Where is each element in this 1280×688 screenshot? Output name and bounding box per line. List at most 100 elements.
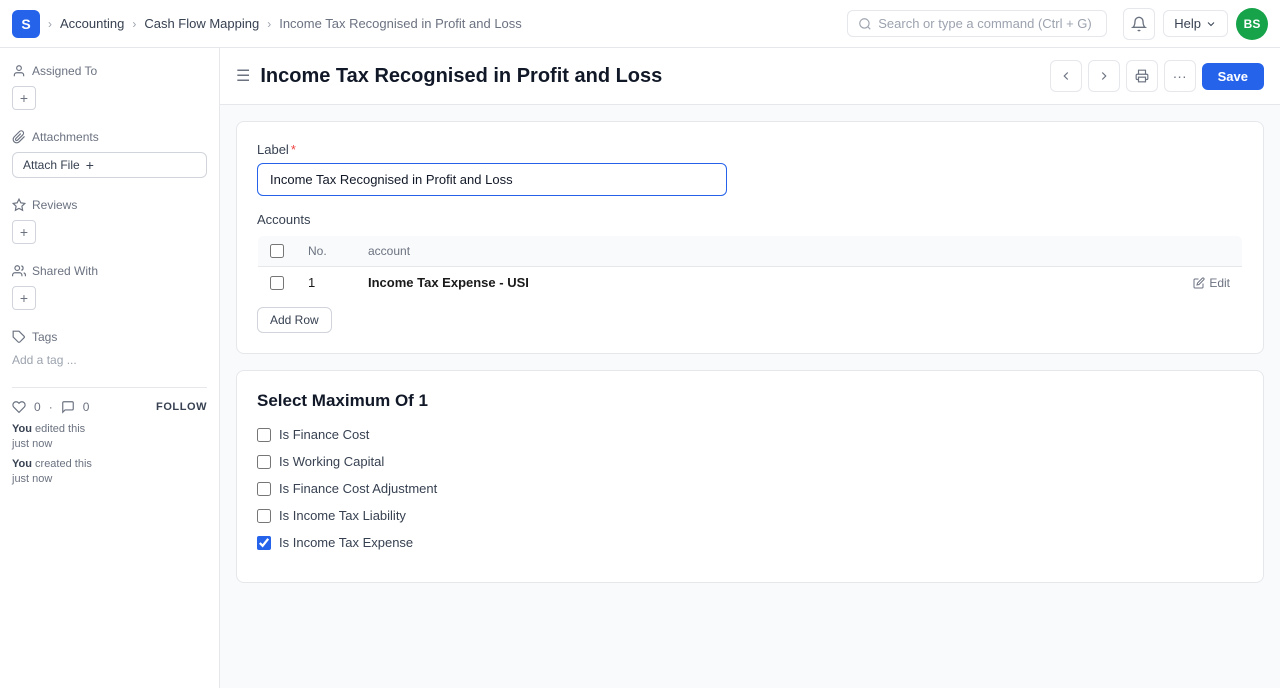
likes-row: 0 · 0 FOLLOW — [12, 400, 207, 414]
row-edit-cell: Edit — [1163, 267, 1243, 299]
edit-link[interactable]: Edit — [1175, 276, 1231, 290]
option-opt4[interactable]: Is Income Tax Liability — [257, 508, 1243, 523]
th-checkbox — [258, 236, 297, 267]
sidebar-footer: 0 · 0 FOLLOW You edited thisjust now You… — [12, 387, 207, 488]
notifications-button[interactable] — [1123, 8, 1155, 40]
row-account: Income Tax Expense - USI — [356, 267, 1163, 299]
row-checkbox[interactable] — [270, 276, 284, 290]
comments-count: 0 — [83, 400, 90, 414]
row-checkbox-cell — [258, 267, 297, 299]
shared-with-title: Shared With — [12, 264, 207, 278]
breadcrumb-sep-2: › — [132, 17, 136, 31]
app-logo: S — [12, 10, 40, 38]
heart-icon — [12, 400, 26, 414]
required-indicator: * — [291, 142, 296, 157]
checkbox-opt3[interactable] — [257, 482, 271, 496]
attach-file-label: Attach File — [23, 158, 80, 172]
label-opt1: Is Finance Cost — [279, 427, 369, 442]
print-button[interactable] — [1126, 60, 1158, 92]
activity-item-2: You created thisjust now — [12, 457, 207, 488]
page-header: ☰ Income Tax Recognised in Profit and Lo… — [220, 48, 1280, 105]
shared-with-section: Shared With + — [12, 264, 207, 310]
select-all-checkbox[interactable] — [270, 244, 284, 258]
paperclip-icon — [12, 130, 26, 144]
tags-section: Tags Add a tag ... — [12, 330, 207, 367]
label-field-label: Label* — [257, 142, 1243, 157]
attachments-label: Attachments — [32, 130, 99, 144]
save-button[interactable]: Save — [1202, 63, 1264, 90]
help-button[interactable]: Help — [1163, 10, 1228, 37]
shared-with-label: Shared With — [32, 264, 98, 278]
accounts-table: No. account 1 Income Tax Expense - USI — [257, 235, 1243, 299]
attach-plus-icon: + — [86, 157, 94, 173]
add-tag-link[interactable]: Add a tag ... — [12, 353, 77, 367]
assigned-to-title: Assigned To — [12, 64, 207, 78]
breadcrumb-sep-3: › — [267, 17, 271, 31]
form-card: Label* Accounts No. account — [236, 121, 1264, 354]
option-opt2[interactable]: Is Working Capital — [257, 454, 1243, 469]
breadcrumb-cash-flow[interactable]: Cash Flow Mapping — [144, 16, 259, 31]
tags-label: Tags — [32, 330, 57, 344]
avatar[interactable]: BS — [1236, 8, 1268, 40]
breadcrumb-sep-1: › — [48, 17, 52, 31]
row-no: 1 — [296, 267, 356, 299]
attach-file-button[interactable]: Attach File + — [12, 152, 207, 178]
tags-title: Tags — [12, 330, 207, 344]
menu-toggle[interactable]: ☰ — [236, 66, 250, 86]
users-icon — [12, 264, 26, 278]
th-edit — [1163, 236, 1243, 267]
help-label: Help — [1174, 16, 1201, 31]
prev-button[interactable] — [1050, 60, 1082, 92]
user-icon — [12, 64, 26, 78]
option-opt5[interactable]: Is Income Tax Expense — [257, 535, 1243, 550]
label-opt4: Is Income Tax Liability — [279, 508, 406, 523]
next-button[interactable] — [1088, 60, 1120, 92]
table-row: 1 Income Tax Expense - USI Edit — [258, 267, 1243, 299]
breadcrumb-accounting[interactable]: Accounting — [60, 16, 124, 31]
checkbox-opt2[interactable] — [257, 455, 271, 469]
page-header-left: ☰ Income Tax Recognised in Profit and Lo… — [236, 65, 662, 88]
assigned-to-label: Assigned To — [32, 64, 97, 78]
option-opt1[interactable]: Is Finance Cost — [257, 427, 1243, 442]
add-assigned-button[interactable]: + — [12, 86, 36, 110]
option-opt3[interactable]: Is Finance Cost Adjustment — [257, 481, 1243, 496]
label-opt3: Is Finance Cost Adjustment — [279, 481, 437, 496]
right-panel: ☰ Income Tax Recognised in Profit and Lo… — [220, 48, 1280, 688]
attachments-title: Attachments — [12, 130, 207, 144]
follow-button[interactable]: FOLLOW — [156, 401, 207, 413]
page-header-actions: ··· Save — [1050, 60, 1264, 92]
tag-icon — [12, 330, 26, 344]
assigned-to-section: Assigned To + — [12, 64, 207, 110]
add-review-button[interactable]: + — [12, 220, 36, 244]
select-max-title: Select Maximum Of 1 — [257, 391, 1243, 411]
reviews-label: Reviews — [32, 198, 77, 212]
checkbox-opt4[interactable] — [257, 509, 271, 523]
more-button[interactable]: ··· — [1164, 60, 1196, 92]
select-max-card: Select Maximum Of 1 Is Finance Cost Is Wo… — [236, 370, 1264, 583]
add-shared-button[interactable]: + — [12, 286, 36, 310]
star-icon — [12, 198, 26, 212]
label-input[interactable] — [257, 163, 727, 196]
accounts-section-title: Accounts — [257, 212, 1243, 227]
table-header-row: No. account — [258, 236, 1243, 267]
options-container: Is Finance Cost Is Working Capital Is Fina… — [257, 427, 1243, 550]
label-opt2: Is Working Capital — [279, 454, 384, 469]
likes-count: 0 — [34, 400, 41, 414]
checkbox-opt1[interactable] — [257, 428, 271, 442]
sidebar: Assigned To + Attachments Attach File + … — [0, 48, 220, 688]
reviews-title: Reviews — [12, 198, 207, 212]
comment-icon — [61, 400, 75, 414]
top-nav: S › Accounting › Cash Flow Mapping › Inc… — [0, 0, 1280, 48]
activity-item-1: You edited thisjust now — [12, 422, 207, 453]
layout: Assigned To + Attachments Attach File + … — [0, 48, 1280, 688]
global-search[interactable]: Search or type a command (Ctrl + G) — [847, 10, 1107, 37]
add-row-button[interactable]: Add Row — [257, 307, 332, 333]
th-no: No. — [296, 236, 356, 267]
search-icon — [858, 17, 872, 31]
main-content: Label* Accounts No. account — [220, 105, 1280, 688]
page-title: Income Tax Recognised in Profit and Loss — [260, 65, 662, 88]
nav-actions: Help BS — [1123, 8, 1268, 40]
search-placeholder: Search or type a command (Ctrl + G) — [878, 16, 1092, 31]
checkbox-opt5[interactable] — [257, 536, 271, 550]
th-account: account — [356, 236, 1163, 267]
